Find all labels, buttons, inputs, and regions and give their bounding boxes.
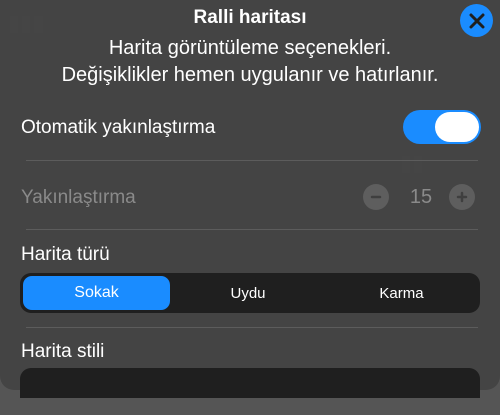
map-type-option-uydu[interactable]: Uydu <box>173 276 323 310</box>
subtitle-line-2: Değişiklikler hemen uygulanır ve hatırla… <box>61 64 439 86</box>
map-type-option-karma[interactable]: Karma <box>326 276 477 310</box>
zoom-value: 15 <box>409 186 433 208</box>
minus-icon <box>370 195 382 199</box>
sheet-subtitle: Harita görüntüleme seçenekleri. Değişikl… <box>0 35 500 89</box>
sheet-title: Ralli haritası <box>193 7 307 28</box>
zoom-increase-button[interactable] <box>449 184 475 210</box>
zoom-label: Yakınlaştırma <box>21 187 136 208</box>
map-type-segmented-control: Sokak Uydu Karma <box>20 273 480 313</box>
close-x-icon <box>469 13 484 28</box>
map-style-selector[interactable] <box>20 368 480 398</box>
map-style-label: Harita stili <box>21 341 105 362</box>
subtitle-line-1: Harita görüntüleme seçenekleri. <box>108 37 392 59</box>
map-type-label: Harita türü <box>21 244 110 265</box>
divider <box>26 160 478 161</box>
close-button[interactable] <box>460 4 493 37</box>
divider <box>26 327 478 328</box>
auto-zoom-label: Otomatik yakınlaştırma <box>21 117 216 138</box>
zoom-decrease-button[interactable] <box>363 184 389 210</box>
plus-icon <box>456 191 468 203</box>
divider <box>26 229 478 230</box>
toggle-knob <box>435 112 479 142</box>
auto-zoom-toggle[interactable] <box>403 110 481 144</box>
map-settings-sheet: Ralli haritası Harita görüntüleme seçene… <box>0 0 500 390</box>
map-type-option-sokak[interactable]: Sokak <box>23 276 170 310</box>
